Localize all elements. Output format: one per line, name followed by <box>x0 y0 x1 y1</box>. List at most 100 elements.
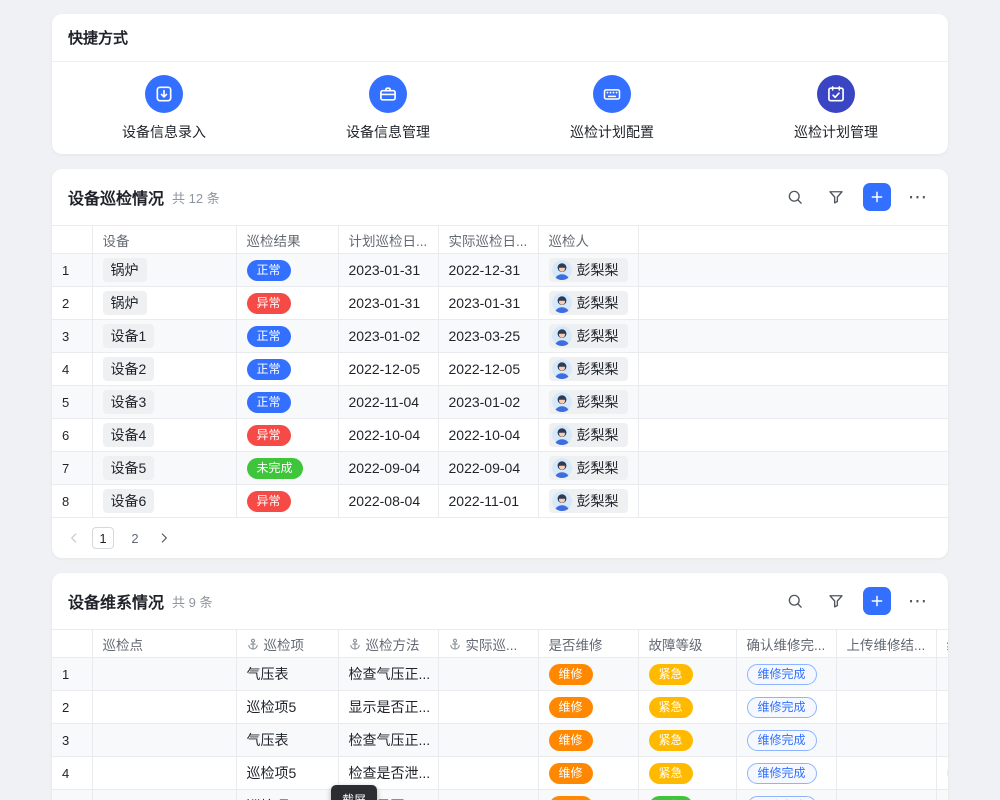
extra-cell[interactable] <box>936 757 948 790</box>
result-cell[interactable]: 异常 <box>236 485 338 518</box>
device-cell[interactable]: 锅炉 <box>92 287 236 320</box>
col-upload[interactable]: 上传维修结... <box>836 630 936 658</box>
level-cell[interactable]: 一般 <box>638 790 736 800</box>
upload-cell[interactable] <box>836 790 936 800</box>
device-cell[interactable]: 锅炉 <box>92 254 236 287</box>
page-2-button[interactable]: 2 <box>124 527 146 549</box>
planned-date-cell[interactable]: 2022-08-04 <box>338 485 438 518</box>
more-button[interactable]: ⋯ <box>904 183 932 211</box>
shortcut-device-entry[interactable]: 设备信息录入 <box>52 75 276 142</box>
item-cell[interactable]: 气压表 <box>236 658 338 691</box>
add-record-button[interactable] <box>863 587 891 615</box>
actual-cell[interactable] <box>438 790 538 800</box>
extra-cell[interactable] <box>936 790 948 800</box>
point-cell[interactable] <box>92 757 236 790</box>
shortcut-plan-manage[interactable]: 巡检计划管理 <box>724 75 948 142</box>
actual-date-cell[interactable]: 2022-11-01 <box>438 485 538 518</box>
col-confirm[interactable]: 确认维修完... <box>736 630 836 658</box>
level-cell[interactable]: 紧急 <box>638 724 736 757</box>
result-cell[interactable]: 正常 <box>236 320 338 353</box>
level-cell[interactable]: 紧急 <box>638 658 736 691</box>
actual-date-cell[interactable]: 2022-10-04 <box>438 419 538 452</box>
planned-date-cell[interactable]: 2023-01-02 <box>338 320 438 353</box>
actual-cell[interactable] <box>438 724 538 757</box>
prev-page-button[interactable] <box>66 530 82 546</box>
col-device[interactable]: 设备 <box>92 226 236 254</box>
method-cell[interactable]: 显示是否正... <box>338 691 438 724</box>
actual-cell[interactable] <box>438 658 538 691</box>
actual-cell[interactable] <box>438 757 538 790</box>
level-cell[interactable]: 紧急 <box>638 757 736 790</box>
actual-date-cell[interactable]: 2023-03-25 <box>438 320 538 353</box>
repair-cell[interactable]: 维修 <box>538 691 638 724</box>
planned-date-cell[interactable]: 2022-10-04 <box>338 419 438 452</box>
extra-cell[interactable] <box>936 691 948 724</box>
method-cell[interactable]: 检查气压正... <box>338 658 438 691</box>
confirm-cell[interactable]: 维修完成 <box>736 691 836 724</box>
point-cell[interactable] <box>92 691 236 724</box>
col-result[interactable]: 巡检结果 <box>236 226 338 254</box>
planned-date-cell[interactable]: 2022-11-04 <box>338 386 438 419</box>
col-level[interactable]: 故障等级 <box>638 630 736 658</box>
actual-date-cell[interactable]: 2022-09-04 <box>438 452 538 485</box>
repair-cell[interactable]: 维修 <box>538 658 638 691</box>
inspector-cell[interactable]: 彭梨梨 <box>538 320 638 353</box>
planned-date-cell[interactable]: 2022-09-04 <box>338 452 438 485</box>
actual-date-cell[interactable]: 2022-12-31 <box>438 254 538 287</box>
inspector-cell[interactable]: 彭梨梨 <box>538 419 638 452</box>
inspector-cell[interactable]: 彭梨梨 <box>538 287 638 320</box>
extra-cell[interactable] <box>936 658 948 691</box>
item-cell[interactable]: 气压表 <box>236 724 338 757</box>
planned-date-cell[interactable]: 2022-12-05 <box>338 353 438 386</box>
repair-cell[interactable]: 维修 <box>538 757 638 790</box>
search-button[interactable] <box>781 587 809 615</box>
point-cell[interactable] <box>92 658 236 691</box>
upload-cell[interactable] <box>836 757 936 790</box>
col-inspector[interactable]: 巡检人 <box>538 226 638 254</box>
device-cell[interactable]: 设备5 <box>92 452 236 485</box>
col-extra[interactable]: 维... <box>936 630 948 658</box>
inspector-cell[interactable]: 彭梨梨 <box>538 485 638 518</box>
result-cell[interactable]: 正常 <box>236 353 338 386</box>
search-button[interactable] <box>781 183 809 211</box>
point-cell[interactable] <box>92 724 236 757</box>
device-cell[interactable]: 设备1 <box>92 320 236 353</box>
col-item[interactable]: 巡检项 <box>236 630 338 658</box>
result-cell[interactable]: 异常 <box>236 419 338 452</box>
col-planned-date[interactable]: 计划巡检日... <box>338 226 438 254</box>
method-cell[interactable]: 检查气压正... <box>338 724 438 757</box>
upload-cell[interactable] <box>836 691 936 724</box>
planned-date-cell[interactable]: 2023-01-31 <box>338 254 438 287</box>
actual-date-cell[interactable]: 2023-01-31 <box>438 287 538 320</box>
confirm-cell[interactable]: 维修完成 <box>736 658 836 691</box>
shortcut-device-manage[interactable]: 设备信息管理 <box>276 75 500 142</box>
item-cell[interactable]: 巡检项5 <box>236 790 338 800</box>
col-repair[interactable]: 是否维修 <box>538 630 638 658</box>
device-cell[interactable]: 设备6 <box>92 485 236 518</box>
more-button[interactable]: ⋯ <box>904 587 932 615</box>
extra-cell[interactable] <box>936 724 948 757</box>
actual-date-cell[interactable]: 2022-12-05 <box>438 353 538 386</box>
inspector-cell[interactable]: 彭梨梨 <box>538 254 638 287</box>
upload-cell[interactable] <box>836 724 936 757</box>
repair-cell[interactable]: 维修 <box>538 790 638 800</box>
device-cell[interactable]: 设备3 <box>92 386 236 419</box>
col-actual[interactable]: 实际巡... <box>438 630 538 658</box>
planned-date-cell[interactable]: 2023-01-31 <box>338 287 438 320</box>
actual-date-cell[interactable]: 2023-01-02 <box>438 386 538 419</box>
actual-cell[interactable] <box>438 691 538 724</box>
result-cell[interactable]: 未完成 <box>236 452 338 485</box>
repair-cell[interactable]: 维修 <box>538 724 638 757</box>
next-page-button[interactable] <box>156 530 172 546</box>
filter-button[interactable] <box>822 587 850 615</box>
inspector-cell[interactable]: 彭梨梨 <box>538 353 638 386</box>
confirm-cell[interactable]: 维修完成 <box>736 757 836 790</box>
filter-button[interactable] <box>822 183 850 211</box>
confirm-cell[interactable]: 维修完成 <box>736 724 836 757</box>
col-point[interactable]: 巡检点 <box>92 630 236 658</box>
upload-cell[interactable] <box>836 658 936 691</box>
item-cell[interactable]: 巡检项5 <box>236 691 338 724</box>
col-method[interactable]: 巡检方法 <box>338 630 438 658</box>
page-1-button[interactable]: 1 <box>92 527 114 549</box>
point-cell[interactable] <box>92 790 236 800</box>
